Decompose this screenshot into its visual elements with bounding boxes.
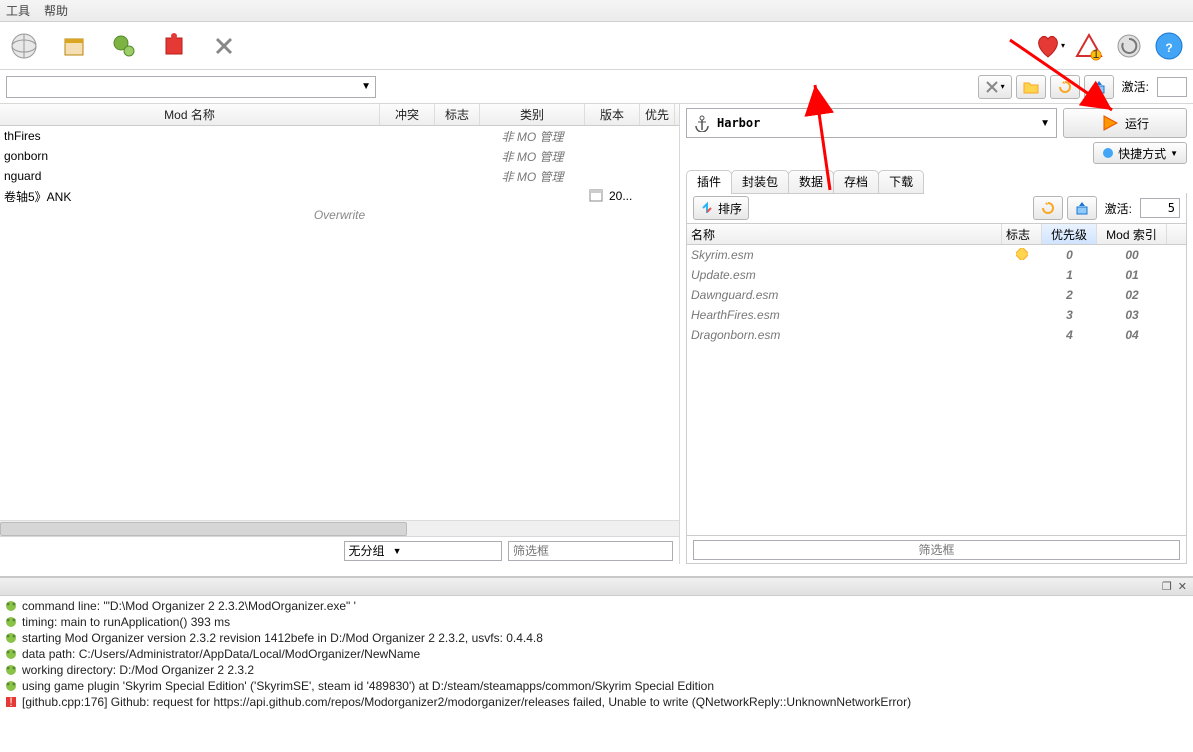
profile-dropdown[interactable]: ▼ — [6, 76, 376, 98]
log-line: working directory: D:/Mod Organizer 2 2.… — [4, 662, 1189, 678]
archive-icon[interactable] — [58, 30, 90, 62]
info-icon — [4, 679, 18, 693]
mod-table-header: Mod 名称 冲突 标志 类别 版本 优先 — [0, 104, 679, 126]
tab-data[interactable]: 数据 — [788, 170, 834, 194]
active-label: 激活: — [1122, 78, 1149, 95]
plugin-backup-button[interactable] — [1067, 196, 1097, 220]
help-icon[interactable]: ? — [1153, 30, 1185, 62]
col-plugin-flag[interactable]: 标志 — [1002, 224, 1042, 244]
svg-text:?: ? — [1165, 41, 1172, 55]
plugin-row[interactable]: Dragonborn.esm 4 04 — [687, 325, 1186, 345]
col-category[interactable]: 类别 — [480, 104, 585, 125]
info-icon — [4, 663, 18, 677]
error-icon: ! — [4, 695, 18, 709]
info-icon — [4, 599, 18, 613]
plugin-row[interactable]: Dawnguard.esm 2 02 — [687, 285, 1186, 305]
plugin-restore-button[interactable] — [1033, 196, 1063, 220]
warning-icon[interactable]: 1 — [1073, 30, 1105, 62]
log-close-icon[interactable]: ✕ — [1178, 580, 1187, 593]
play-icon — [1101, 114, 1119, 132]
log-line: starting Mod Organizer version 2.3.2 rev… — [4, 630, 1189, 646]
log-line: using game plugin 'Skyrim Special Editio… — [4, 678, 1189, 694]
tools-icon[interactable] — [208, 30, 240, 62]
plugin-row[interactable]: HearthFires.esm 3 03 — [687, 305, 1186, 325]
puzzle-icon[interactable] — [158, 30, 190, 62]
tab-downloads[interactable]: 下载 — [878, 170, 924, 194]
plugin-active-label: 激活: — [1105, 200, 1132, 217]
info-icon — [4, 631, 18, 645]
mod-filter-input[interactable] — [508, 541, 673, 561]
link-icon — [1102, 147, 1114, 159]
gears-icon[interactable] — [108, 30, 140, 62]
col-version[interactable]: 版本 — [585, 104, 640, 125]
plugin-row[interactable]: Skyrim.esm 0 00 — [687, 245, 1186, 265]
globe-icon[interactable] — [8, 30, 40, 62]
mod-row[interactable]: 卷轴5》ANK 20... — [0, 186, 679, 206]
info-icon — [4, 615, 18, 629]
col-modname[interactable]: Mod 名称 — [0, 104, 380, 125]
menubar: 工具 帮助 — [0, 0, 1193, 22]
executable-dropdown[interactable]: Harbor ▼ — [686, 108, 1057, 138]
main-toolbar: ▾ 1 ? — [0, 22, 1193, 70]
tab-packages[interactable]: 封装包 — [731, 170, 789, 194]
right-panel: Harbor ▼ 运行 快捷方式 ▼ 插件 封装包 数据 存档 下载 — [680, 104, 1193, 564]
tab-archives[interactable]: 存档 — [833, 170, 879, 194]
open-folder-button[interactable] — [1016, 75, 1046, 99]
log-panel: ❐ ✕ command line: '"D:\Mod Organizer 2 2… — [0, 576, 1193, 752]
log-line: data path: C:/Users/Administrator/AppDat… — [4, 646, 1189, 662]
mod-list-panel: Mod 名称 冲突 标志 类别 版本 优先 thFires 非 MO 管理 go… — [0, 104, 680, 564]
backup-button[interactable] — [1084, 75, 1114, 99]
chevron-down-icon: ▼ — [1040, 118, 1050, 129]
secondary-bar: ▼ ▾ 激活: — [0, 70, 1193, 104]
col-plugin-modindex[interactable]: Mod 索引 — [1097, 224, 1167, 244]
svg-text:!: ! — [9, 696, 12, 708]
active-count-input[interactable] — [1157, 77, 1187, 97]
sort-button[interactable]: 排序 — [693, 196, 749, 220]
menu-tools[interactable]: 工具 — [6, 2, 30, 19]
col-plugin-name[interactable]: 名称 — [687, 224, 1002, 244]
col-priority[interactable]: 优先 — [640, 104, 675, 125]
heart-icon[interactable]: ▾ — [1033, 30, 1065, 62]
mod-scrollbar-h[interactable] — [0, 520, 679, 536]
log-line: timing: main to runApplication() 393 ms — [4, 614, 1189, 630]
mod-row[interactable]: gonborn 非 MO 管理 — [0, 146, 679, 166]
col-flag[interactable]: 标志 — [435, 104, 480, 125]
plugin-filter-input[interactable] — [693, 540, 1180, 560]
svg-text:1: 1 — [1093, 47, 1100, 61]
group-dropdown[interactable]: 无分组▼ — [344, 541, 502, 561]
info-icon — [4, 647, 18, 661]
tab-plugins[interactable]: 插件 — [686, 170, 732, 194]
log-popout-icon[interactable]: ❐ — [1162, 580, 1172, 593]
run-button[interactable]: 运行 — [1063, 108, 1187, 138]
shortcut-button[interactable]: 快捷方式 ▼ — [1093, 142, 1187, 164]
anchor-icon — [693, 114, 711, 132]
plugin-table-header: 名称 标志 优先级 Mod 索引 — [687, 223, 1186, 245]
log-line: command line: '"D:\Mod Organizer 2 2.3.2… — [4, 598, 1189, 614]
sort-icon — [700, 201, 714, 215]
right-tabs: 插件 封装包 数据 存档 下载 — [686, 170, 1187, 194]
menu-help[interactable]: 帮助 — [44, 2, 68, 19]
overwrite-row[interactable]: Overwrite — [0, 206, 679, 224]
update-icon[interactable] — [1113, 30, 1145, 62]
restore-button[interactable] — [1050, 75, 1080, 99]
chevron-down-icon: ▼ — [361, 81, 371, 92]
log-line: ![github.cpp:176] Github: request for ht… — [4, 694, 1189, 710]
mod-row[interactable]: thFires 非 MO 管理 — [0, 126, 679, 146]
settings-button[interactable]: ▾ — [978, 75, 1012, 99]
plugin-active-count[interactable] — [1140, 198, 1180, 218]
plugin-row[interactable]: Update.esm 1 01 — [687, 265, 1186, 285]
mod-row[interactable]: nguard 非 MO 管理 — [0, 166, 679, 186]
col-plugin-priority[interactable]: 优先级 — [1042, 224, 1097, 244]
col-conflict[interactable]: 冲突 — [380, 104, 435, 125]
